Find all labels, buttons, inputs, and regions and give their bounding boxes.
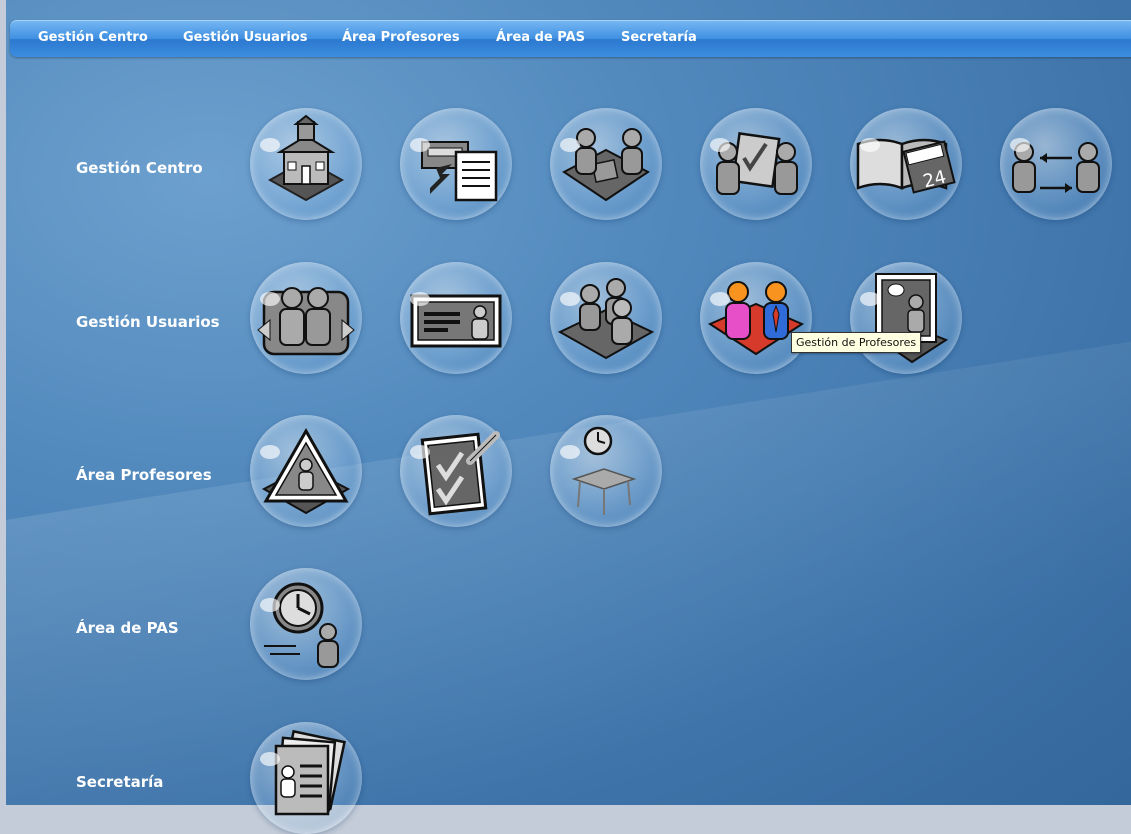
nav-secretaria[interactable]: Secretaría <box>621 30 697 45</box>
meeting-table-icon[interactable] <box>550 108 662 220</box>
profesores-icon[interactable] <box>700 262 812 374</box>
row-label-gestion-centro: Gestión Centro <box>76 159 203 177</box>
nav-area-profesores[interactable]: Área Profesores <box>342 30 460 45</box>
checklist-icon[interactable] <box>400 415 512 527</box>
user-sync-icon[interactable] <box>250 262 362 374</box>
vote-checklist-icon[interactable] <box>700 108 812 220</box>
row-label-secretaria: Secretaría <box>76 773 164 791</box>
clock-person-icon[interactable] <box>250 568 362 680</box>
nav-area-pas[interactable]: Área de PAS <box>496 30 585 45</box>
nav-gestion-centro[interactable]: Gestión Centro <box>38 30 148 45</box>
select-list-icon[interactable] <box>400 108 512 220</box>
tooltip: Gestión de Profesores <box>791 332 922 353</box>
schedule-desk-icon[interactable] <box>550 415 662 527</box>
user-group-icon[interactable] <box>550 262 662 374</box>
users-exchange-icon[interactable] <box>1000 108 1112 220</box>
warning-person-icon[interactable] <box>250 415 362 527</box>
blackboard-icon[interactable] <box>850 262 962 374</box>
row-label-area-profesores: Área Profesores <box>76 466 212 484</box>
row-label-area-pas: Área de PAS <box>76 619 179 637</box>
row-label-gestion-usuarios: Gestión Usuarios <box>76 313 220 331</box>
top-navbar: Gestión Centro Gestión Usuarios Área Pro… <box>10 20 1131 57</box>
calendar-book-icon[interactable]: 24 <box>850 108 962 220</box>
documents-icon[interactable] <box>250 722 362 834</box>
id-card-icon[interactable] <box>400 262 512 374</box>
nav-gestion-usuarios[interactable]: Gestión Usuarios <box>183 30 307 45</box>
school-building-icon[interactable] <box>250 108 362 220</box>
